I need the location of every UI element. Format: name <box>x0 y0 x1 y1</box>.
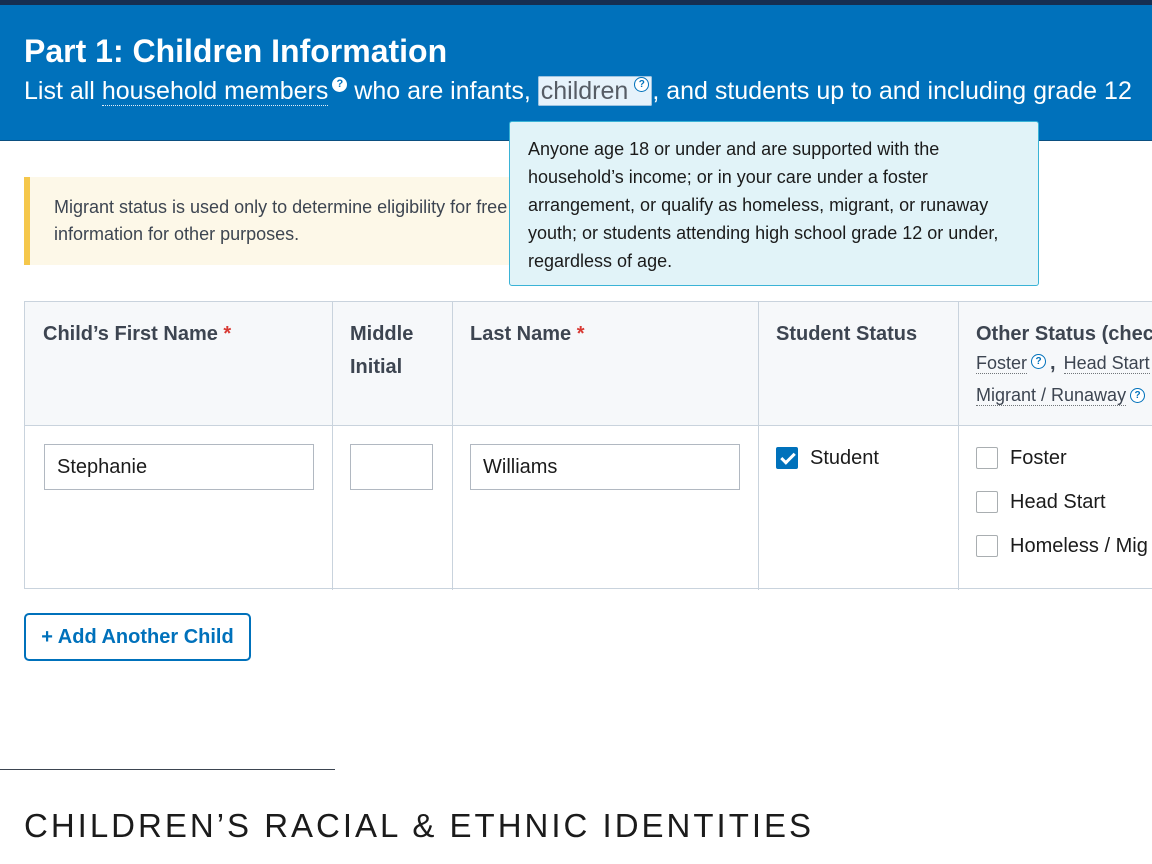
student-checkbox[interactable] <box>776 447 798 469</box>
other-status-terms-line2: Migrant / Runaway? <box>976 385 1146 406</box>
header-initial-label: Initial <box>350 356 403 378</box>
help-icon[interactable]: ? <box>634 77 650 92</box>
help-icon[interactable]: ? <box>1130 388 1146 403</box>
subtitle-suffix: , and students up to and including grade… <box>652 77 1132 105</box>
header-first-name-label: Child’s First Name <box>43 323 218 345</box>
subtitle-prefix: List all <box>24 77 95 105</box>
comma-separator: , <box>1050 352 1056 374</box>
header-other-status: Other Status (chec <box>976 323 1152 345</box>
migrant-status-alert: Migrant status is used only to determine… <box>24 177 544 265</box>
first-name-input[interactable]: Stephanie <box>44 444 314 490</box>
help-icon[interactable]: ? <box>332 77 348 92</box>
homeless-label: Homeless / Mig <box>1010 535 1148 557</box>
column-divider <box>332 302 333 590</box>
header-last-name-label: Last Name <box>470 323 572 345</box>
subtitle-middle: who are infants, <box>354 77 531 105</box>
middle-initial-input[interactable] <box>350 444 433 490</box>
children-table: Child’s First Name * Middle Initial Last … <box>24 301 1152 590</box>
column-divider <box>758 302 759 590</box>
foster-term[interactable]: Foster <box>976 353 1028 374</box>
header-student-status: Student Status <box>776 323 918 345</box>
household-members-term[interactable]: household members <box>101 77 329 106</box>
section-title: CHILDREN’S RACIAL & ETHNIC IDENTITIES <box>24 807 815 844</box>
help-icon[interactable]: ? <box>1031 354 1047 369</box>
header-middle-label: Middle <box>350 323 414 345</box>
add-another-child-button[interactable]: + Add Another Child <box>24 613 251 661</box>
other-status-terms-line1: Foster?, Head Start <box>976 352 1150 375</box>
student-label: Student <box>810 447 879 469</box>
children-term-label: children <box>540 77 629 105</box>
header-first-name: Child’s First Name * <box>43 318 231 351</box>
column-divider <box>452 302 453 590</box>
children-definition-tooltip: Anyone age 18 or under and are supported… <box>509 121 1039 286</box>
homeless-checkbox[interactable] <box>976 535 998 557</box>
required-marker: * <box>576 323 585 345</box>
head-start-label: Head Start <box>1010 491 1106 513</box>
foster-label: Foster <box>1010 447 1067 469</box>
head-start-term[interactable]: Head Start <box>1063 353 1150 374</box>
alert-line-2: information for other purposes. <box>54 224 300 244</box>
column-divider <box>958 302 959 590</box>
header-last-name: Last Name * <box>470 318 585 351</box>
foster-checkbox[interactable] <box>976 447 998 469</box>
header-middle-initial: Middle Initial <box>350 318 413 384</box>
required-marker: * <box>223 323 232 345</box>
alert-line-1: Migrant status is used only to determine… <box>54 197 508 217</box>
section-divider <box>0 769 335 770</box>
page-title: Part 1: Children Information <box>24 33 448 69</box>
page-subtitle: List all household members? who are infa… <box>24 76 1132 106</box>
children-term[interactable]: children? <box>537 76 653 106</box>
migrant-runaway-term[interactable]: Migrant / Runaway <box>976 385 1127 406</box>
head-start-checkbox[interactable] <box>976 491 998 513</box>
last-name-input[interactable]: Williams <box>470 444 740 490</box>
